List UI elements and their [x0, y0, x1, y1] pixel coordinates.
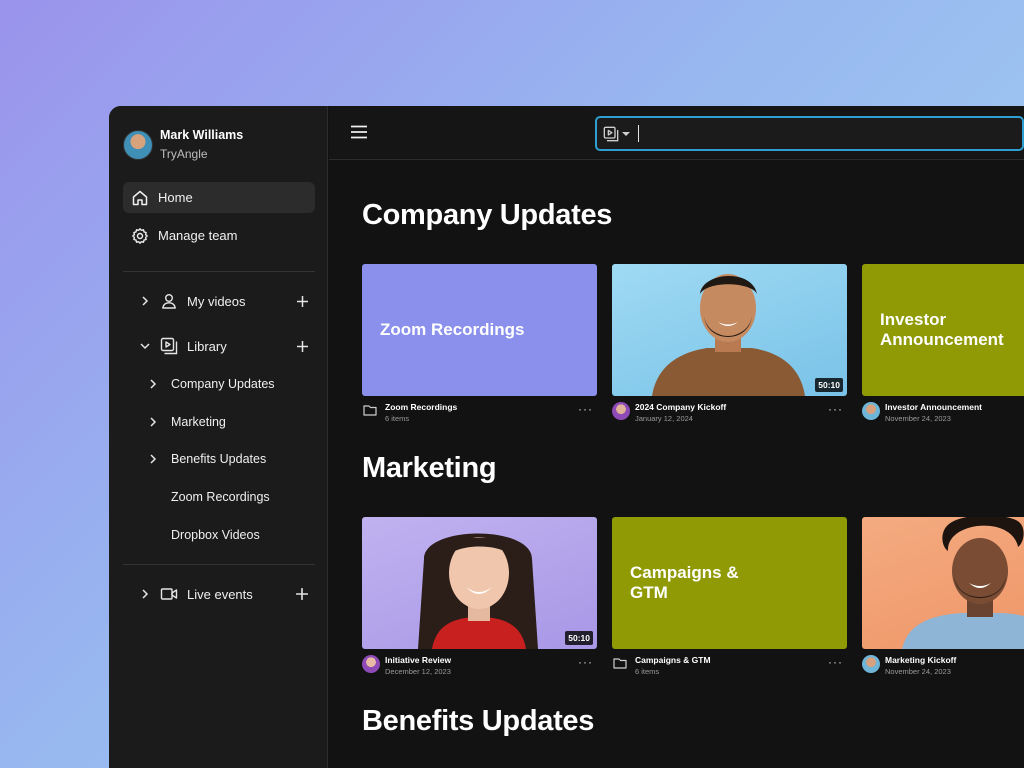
- card-subtitle: 6 items: [385, 414, 410, 423]
- folder-icon: [363, 405, 377, 416]
- divider: [123, 271, 315, 272]
- card-title[interactable]: Initiative Review: [385, 655, 451, 665]
- tree-library-label: Library: [187, 338, 227, 354]
- library-item-label: Marketing: [171, 415, 226, 429]
- card-title[interactable]: Zoom Recordings: [385, 402, 457, 412]
- gear-icon: [132, 227, 148, 244]
- video-card[interactable]: 50:10 Initiative Review December 12, 202…: [362, 517, 597, 680]
- section-title-benefits-updates: Benefits Updates: [362, 705, 595, 737]
- card-subtitle: December 12, 2023: [385, 667, 451, 676]
- chevron-right-icon: [150, 417, 157, 427]
- add-icon[interactable]: [296, 340, 309, 353]
- video-card[interactable]: Marketing Kickoff November 24, 2023: [862, 517, 1024, 680]
- folder-card[interactable]: Campaigns & GTM Campaigns & GTM 6 items …: [612, 517, 847, 680]
- nav-manage-team[interactable]: Manage team: [123, 220, 315, 251]
- library-marketing[interactable]: Marketing: [147, 411, 226, 433]
- video-duration: 50:10: [565, 631, 593, 645]
- top-bar: [329, 106, 1024, 160]
- card-title[interactable]: 2024 Company Kickoff: [635, 402, 726, 412]
- video-duration: 50:10: [815, 378, 843, 392]
- avatar: [612, 402, 630, 420]
- video-thumbnail[interactable]: 50:10: [362, 517, 597, 649]
- sidebar: Mark Williams TryAngle Home Manage team …: [109, 106, 328, 768]
- nav-home-label: Home: [158, 190, 193, 205]
- library-item-label: Benefits Updates: [171, 452, 267, 466]
- thumbnail-text: Zoom Recordings: [380, 320, 525, 339]
- video-thumbnail[interactable]: Investor Announcement: [862, 264, 1024, 396]
- chevron-down-icon: [140, 343, 150, 350]
- add-icon[interactable]: [296, 295, 309, 308]
- video-thumbnail[interactable]: 50:10: [612, 264, 847, 396]
- video-card[interactable]: 50:10 2024 Company Kickoff January 12, 2…: [612, 264, 847, 427]
- folder-icon: [613, 658, 627, 669]
- person-illustration: [902, 517, 1024, 649]
- user-org: TryAngle: [160, 147, 208, 161]
- library-company-updates[interactable]: Company Updates: [147, 373, 275, 395]
- search-type-dropdown[interactable]: [603, 126, 630, 142]
- tree-library[interactable]: Library: [139, 334, 309, 358]
- more-options-icon[interactable]: ···: [578, 402, 593, 416]
- library-benefits-updates[interactable]: Benefits Updates: [147, 448, 266, 470]
- folder-thumbnail[interactable]: Campaigns & GTM: [612, 517, 847, 649]
- card-subtitle: November 24, 2023: [885, 667, 951, 676]
- user-avatar: [123, 130, 153, 160]
- video-camera-icon: [160, 588, 178, 600]
- avatar: [862, 402, 880, 420]
- text-cursor: [638, 125, 639, 142]
- library-dropbox-videos[interactable]: Dropbox Videos: [171, 524, 260, 546]
- thumbnail-text: Campaigns & GTM: [630, 563, 739, 602]
- card-subtitle: November 24, 2023: [885, 414, 951, 423]
- tree-my-videos[interactable]: My videos: [139, 289, 309, 313]
- chevron-right-icon: [142, 589, 149, 599]
- tree-live-events-label: Live events: [187, 586, 253, 602]
- library-item-label: Dropbox Videos: [171, 528, 260, 542]
- caret-down-icon: [622, 131, 630, 136]
- person-illustration: [652, 274, 805, 396]
- video-library-icon: [603, 126, 619, 141]
- chevron-right-icon: [142, 296, 149, 306]
- folder-thumbnail[interactable]: Zoom Recordings: [362, 264, 597, 396]
- search-input[interactable]: [643, 126, 1022, 141]
- avatar: [862, 655, 880, 673]
- tree-live-events[interactable]: Live events: [139, 582, 309, 606]
- more-options-icon[interactable]: ···: [578, 655, 593, 669]
- user-name: Mark Williams: [160, 128, 244, 142]
- search-bar[interactable]: [595, 116, 1024, 151]
- card-title[interactable]: Marketing Kickoff: [885, 655, 956, 665]
- chevron-right-icon: [150, 454, 157, 464]
- card-subtitle: January 12, 2024: [635, 414, 693, 423]
- add-icon[interactable]: [295, 587, 309, 601]
- card-title[interactable]: Campaigns & GTM: [635, 655, 711, 665]
- app-window: Mark Williams TryAngle Home Manage team …: [109, 106, 1024, 768]
- person-illustration: [418, 533, 538, 649]
- nav-manage-team-label: Manage team: [158, 228, 238, 243]
- card-title[interactable]: Investor Announcement: [885, 402, 982, 412]
- card-subtitle: 6 items: [635, 667, 660, 676]
- hamburger-menu-icon[interactable]: [350, 124, 368, 140]
- video-card[interactable]: Investor Announcement Investor Announcem…: [862, 264, 1024, 427]
- library-item-label: Company Updates: [171, 377, 275, 391]
- library-zoom-recordings[interactable]: Zoom Recordings: [171, 486, 270, 508]
- section-title-company-updates: Company Updates: [362, 199, 613, 231]
- more-options-icon[interactable]: ···: [828, 655, 843, 669]
- video-library-icon: [160, 337, 178, 355]
- more-options-icon[interactable]: ···: [828, 402, 843, 416]
- thumbnail-text: Investor Announcement: [880, 310, 1004, 349]
- folder-card[interactable]: Zoom Recordings Zoom Recordings 6 items …: [362, 264, 597, 427]
- avatar: [362, 655, 380, 673]
- chevron-right-icon: [150, 379, 157, 389]
- video-thumbnail[interactable]: [862, 517, 1024, 649]
- user-profile[interactable]: Mark Williams TryAngle: [123, 128, 243, 162]
- library-item-label: Zoom Recordings: [171, 490, 270, 504]
- divider: [123, 564, 315, 565]
- user-icon: [162, 294, 176, 309]
- home-icon: [132, 190, 148, 205]
- nav-home[interactable]: Home: [123, 182, 315, 213]
- tree-my-videos-label: My videos: [187, 293, 246, 309]
- section-title-marketing: Marketing: [362, 452, 497, 484]
